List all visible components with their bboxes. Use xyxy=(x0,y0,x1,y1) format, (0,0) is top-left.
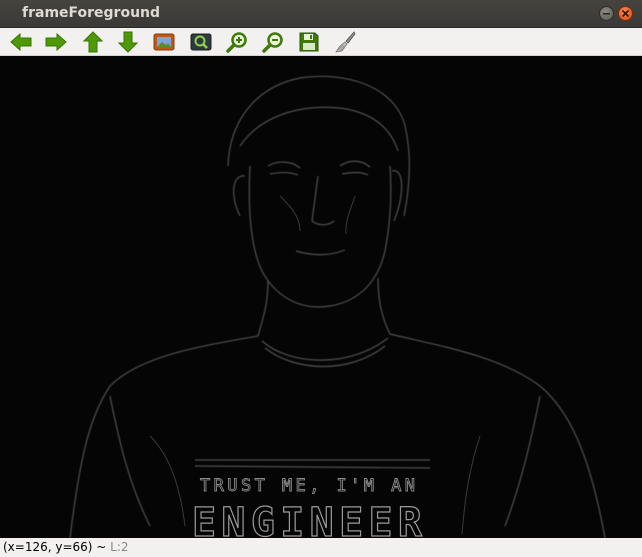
arrow-up-icon xyxy=(83,31,103,53)
edge-image: TRUST ME, I'M AN ENGINEER xyxy=(69,75,606,538)
minimize-button[interactable] xyxy=(599,6,614,21)
save-button[interactable] xyxy=(296,30,322,54)
floppy-disk-icon xyxy=(299,32,319,52)
minimize-icon xyxy=(603,13,610,15)
cursor-coordinates: (x=126, y=66) ~ xyxy=(3,540,111,554)
image-canvas[interactable]: TRUST ME, I'M AN ENGINEER xyxy=(0,56,642,538)
title-bar[interactable]: frameForeground xyxy=(0,0,642,28)
level-indicator: L:2 xyxy=(110,540,129,554)
shirt-text-line1: TRUST ME, I'M AN xyxy=(200,476,415,496)
zoom-in-icon xyxy=(226,32,247,53)
brush-icon xyxy=(335,31,356,53)
zoom-out-button[interactable] xyxy=(260,30,286,54)
app-window: frameForeground TRUST ME, I'M AN ENGINEE… xyxy=(0,0,642,557)
zoom-fit-icon xyxy=(190,33,212,51)
pan-left-button[interactable] xyxy=(8,30,34,54)
pan-up-button[interactable] xyxy=(80,30,106,54)
properties-button[interactable] xyxy=(332,30,358,54)
close-button[interactable] xyxy=(618,6,633,21)
zoom-in-button[interactable] xyxy=(224,30,250,54)
arrow-left-icon xyxy=(10,32,32,52)
arrow-right-icon xyxy=(45,32,67,52)
pan-right-button[interactable] xyxy=(43,30,69,54)
shirt-text-line2: ENGINEER xyxy=(192,500,423,538)
window-title: frameForeground xyxy=(22,5,161,21)
close-icon xyxy=(621,9,630,18)
status-bar: (x=126, y=66) ~ L:2 xyxy=(0,538,642,557)
image-icon xyxy=(153,33,175,51)
status-text: (x=126, y=66) ~ L:2 xyxy=(3,540,129,554)
zoom-original-button[interactable] xyxy=(151,30,177,54)
zoom-fit-button[interactable] xyxy=(188,30,214,54)
pan-down-button[interactable] xyxy=(115,30,141,54)
zoom-out-icon xyxy=(262,32,283,53)
arrow-down-icon xyxy=(118,31,138,53)
toolbar xyxy=(0,28,642,56)
